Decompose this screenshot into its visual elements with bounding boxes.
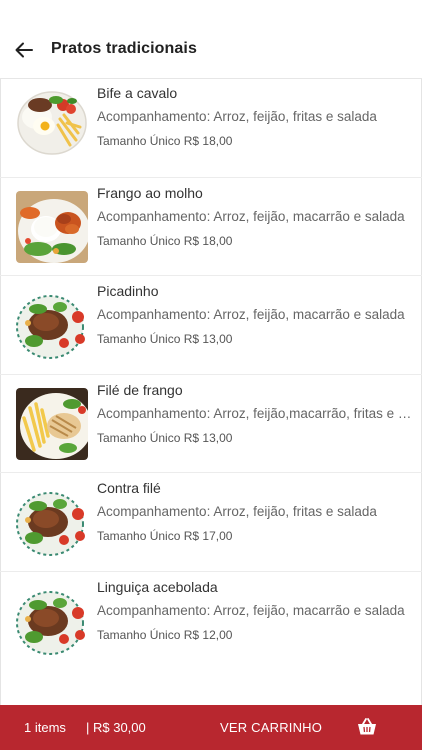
dish-item[interactable]: Filé de frango Acompanhamento: Arroz, fe… <box>0 375 422 473</box>
basket-icon[interactable] <box>357 718 377 736</box>
size-label: Tamanho Único <box>97 529 181 543</box>
dish-name: Contra filé <box>97 480 161 496</box>
dish-description: Acompanhamento: Arroz, feijão, macarrão … <box>97 208 405 224</box>
price-label: R$ 18,00 <box>183 233 233 248</box>
dish-size-price: Tamanho Único R$ 18,00 <box>97 134 232 148</box>
price-label: R$ 18,00 <box>183 134 233 148</box>
dish-size-price: Tamanho Único R$ 13,00 <box>97 332 232 346</box>
dish-name: Frango ao molho <box>97 184 203 201</box>
dish-description: Acompanhamento: Arroz, feijão, macarrão … <box>97 602 405 618</box>
size-label: Tamanho Único <box>97 332 181 346</box>
dish-photo <box>16 486 88 558</box>
cart-total: | R$ 30,00 <box>86 720 146 735</box>
cart-item-count: 1 items <box>24 720 66 735</box>
dish-photo <box>16 190 88 263</box>
dish-item[interactable]: Picadinho Acompanhamento: Arroz, feijão,… <box>0 276 422 375</box>
dish-size-price: Tamanho Único R$ 18,00 <box>97 234 232 248</box>
dish-description: Acompanhamento: Arroz, feijão, fritas e … <box>97 504 377 519</box>
dish-photo <box>16 85 88 157</box>
dish-name: Picadinho <box>97 283 159 299</box>
dish-size-price: Tamanho Único R$ 12,00 <box>97 628 232 642</box>
price-label: R$ 17,00 <box>183 529 233 543</box>
dish-photo <box>16 289 88 361</box>
dish-description: Acompanhamento: Arroz, feijão, fritas e … <box>97 109 377 124</box>
dish-name: Filé de frango <box>97 381 183 398</box>
price-label: R$ 13,00 <box>183 332 233 346</box>
view-cart-button[interactable]: VER CARRINHO <box>220 720 322 735</box>
dish-item[interactable]: Bife a cavalo Acompanhamento: Arroz, fei… <box>0 79 422 178</box>
cart-bar[interactable]: 1 items | R$ 30,00 VER CARRINHO <box>0 705 422 750</box>
dish-name: Bife a cavalo <box>97 85 178 101</box>
dish-item[interactable]: Contra filé Acompanhamento: Arroz, feijã… <box>0 473 422 572</box>
dish-name: Linguiça acebolada <box>97 578 218 595</box>
size-label: Tamanho Único <box>97 627 181 642</box>
size-label: Tamanho Único <box>97 134 181 148</box>
dish-size-price: Tamanho Único R$ 13,00 <box>97 431 232 445</box>
dish-list: Bife a cavalo Acompanhamento: Arroz, fei… <box>0 79 422 670</box>
size-label: Tamanho Único <box>97 233 181 248</box>
size-label: Tamanho Único <box>97 430 181 445</box>
app-header: Pratos tradicionais <box>0 0 422 79</box>
dish-photo <box>16 387 88 460</box>
page-title: Pratos tradicionais <box>51 40 197 57</box>
dish-item[interactable]: Linguiça acebolada Acompanhamento: Arroz… <box>0 572 422 671</box>
dish-item[interactable]: Frango ao molho Acompanhamento: Arroz, f… <box>0 178 422 276</box>
dish-description: Acompanhamento: Arroz, feijão, macarrão … <box>97 307 405 322</box>
price-label: R$ 12,00 <box>183 627 233 642</box>
dish-size-price: Tamanho Único R$ 17,00 <box>97 529 232 543</box>
dish-photo <box>16 584 88 657</box>
dish-description: Acompanhamento: Arroz, feijão,macarrão, … <box>97 405 413 421</box>
price-label: R$ 13,00 <box>183 430 233 445</box>
back-arrow-icon[interactable] <box>12 38 36 62</box>
